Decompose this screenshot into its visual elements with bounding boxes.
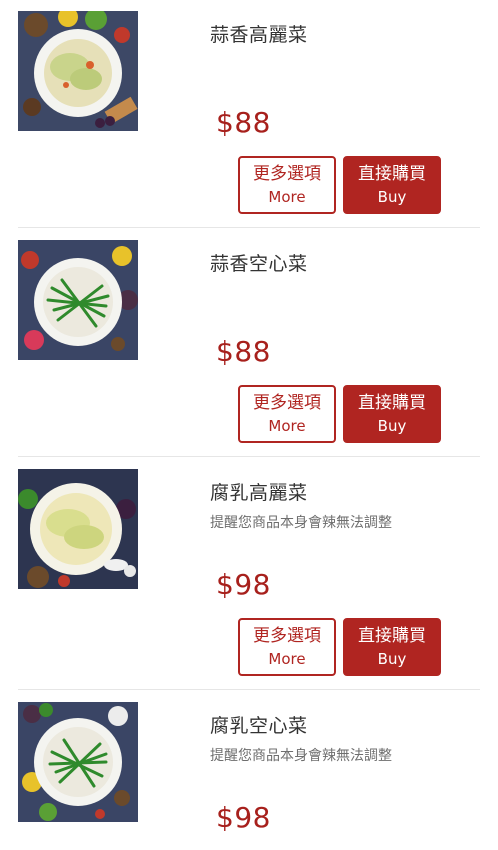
buy-now-label-zh: 直接購買 xyxy=(358,164,426,184)
dish-photo[interactable] xyxy=(18,240,138,360)
dish-photo[interactable] xyxy=(18,469,138,589)
buy-now-label-en: Buy xyxy=(377,188,407,206)
product-name[interactable]: 蒜香空心菜 xyxy=(210,249,308,276)
buy-now-label-en: Buy xyxy=(377,417,407,435)
product-price: $98 xyxy=(216,801,271,834)
product-name[interactable]: 蒜香高麗菜 xyxy=(210,20,308,47)
buy-now-label-zh: 直接購買 xyxy=(358,626,426,646)
divider xyxy=(18,689,480,690)
more-options-button[interactable]: 更多選項 More xyxy=(238,156,336,214)
buy-now-button[interactable]: 直接購買 Buy xyxy=(343,618,441,676)
more-options-label-zh: 更多選項 xyxy=(253,393,321,413)
product-price: $98 xyxy=(216,568,271,601)
product-name[interactable]: 腐乳空心菜 xyxy=(210,711,308,738)
product-price: $88 xyxy=(216,106,271,139)
more-options-label-en: More xyxy=(268,188,306,206)
more-options-label-en: More xyxy=(268,417,306,435)
product-note: 提醒您商品本身會辣無法調整 xyxy=(210,515,392,531)
product-name[interactable]: 腐乳高麗菜 xyxy=(210,478,308,505)
buy-now-button[interactable]: 直接購買 Buy xyxy=(343,156,441,214)
more-options-button[interactable]: 更多選項 More xyxy=(238,385,336,443)
buy-now-button[interactable]: 直接購買 Buy xyxy=(343,385,441,443)
divider xyxy=(18,227,480,228)
dish-photo[interactable] xyxy=(18,11,138,131)
more-options-button[interactable]: 更多選項 More xyxy=(238,618,336,676)
more-options-label-en: More xyxy=(268,650,306,668)
divider xyxy=(18,456,480,457)
buy-now-label-zh: 直接購買 xyxy=(358,393,426,413)
more-options-label-zh: 更多選項 xyxy=(253,626,321,646)
product-price: $88 xyxy=(216,335,271,368)
more-options-label-zh: 更多選項 xyxy=(253,164,321,184)
buy-now-label-en: Buy xyxy=(377,650,407,668)
dish-photo[interactable] xyxy=(18,702,138,822)
product-note: 提醒您商品本身會辣無法調整 xyxy=(210,748,392,764)
